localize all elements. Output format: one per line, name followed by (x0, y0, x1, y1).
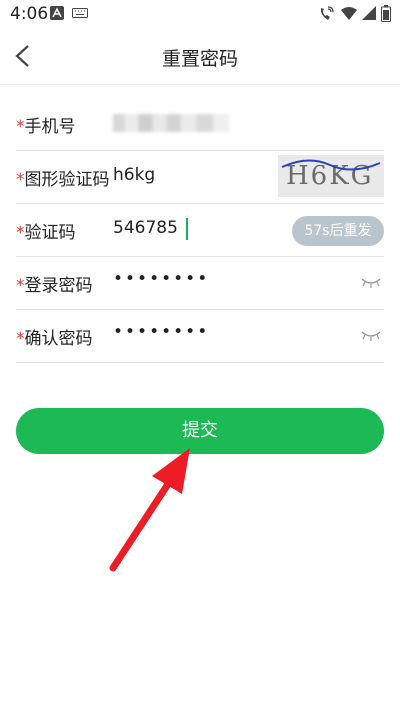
sms-code-input[interactable]: 546785 (113, 218, 178, 238)
keyboard-icon (72, 8, 88, 18)
phone-row: *手机号 (16, 98, 384, 151)
image-code-row: *图形验证码 h6kg H6KG (16, 151, 384, 204)
app-bar: 重置密码 (0, 28, 400, 85)
signal-icon (362, 6, 376, 20)
required-mark: * (16, 223, 25, 243)
sms-code-label: *验证码 (16, 223, 76, 243)
status-bar: 4:06 (0, 0, 400, 28)
status-time: 4:06 (10, 4, 49, 24)
submit-button[interactable]: 提交 (16, 408, 384, 454)
login-password-input[interactable]: •••••••• (113, 269, 209, 289)
captcha-image[interactable]: H6KG (278, 155, 384, 197)
required-mark: * (16, 276, 25, 296)
phone-label: *手机号 (16, 117, 76, 137)
required-mark: * (16, 329, 25, 349)
required-mark: * (16, 117, 25, 137)
image-code-label: *图形验证码 (16, 170, 110, 190)
phone-field-redacted[interactable] (113, 114, 229, 132)
login-password-label: *登录密码 (16, 276, 93, 296)
battery-icon (381, 5, 391, 22)
text-cursor (186, 218, 188, 240)
wifi-icon (341, 7, 357, 20)
sms-code-row: *验证码 546785 57s后重发 (16, 204, 384, 257)
confirm-password-input[interactable]: •••••••• (113, 322, 209, 342)
required-mark: * (16, 170, 25, 190)
page-title: 重置密码 (161, 48, 238, 70)
confirm-password-row: *确认密码 •••••••• (16, 310, 384, 363)
eye-closed-icon[interactable] (360, 328, 382, 342)
confirm-password-label: *确认密码 (16, 329, 93, 349)
wifi-calling-icon (320, 6, 334, 20)
login-password-row: *登录密码 •••••••• (16, 257, 384, 310)
captcha-noise-line (281, 159, 381, 171)
resend-button[interactable]: 57s后重发 (292, 216, 384, 246)
a-badge-icon (50, 6, 64, 20)
image-code-input[interactable]: h6kg (113, 165, 155, 185)
eye-closed-icon[interactable] (360, 275, 382, 289)
